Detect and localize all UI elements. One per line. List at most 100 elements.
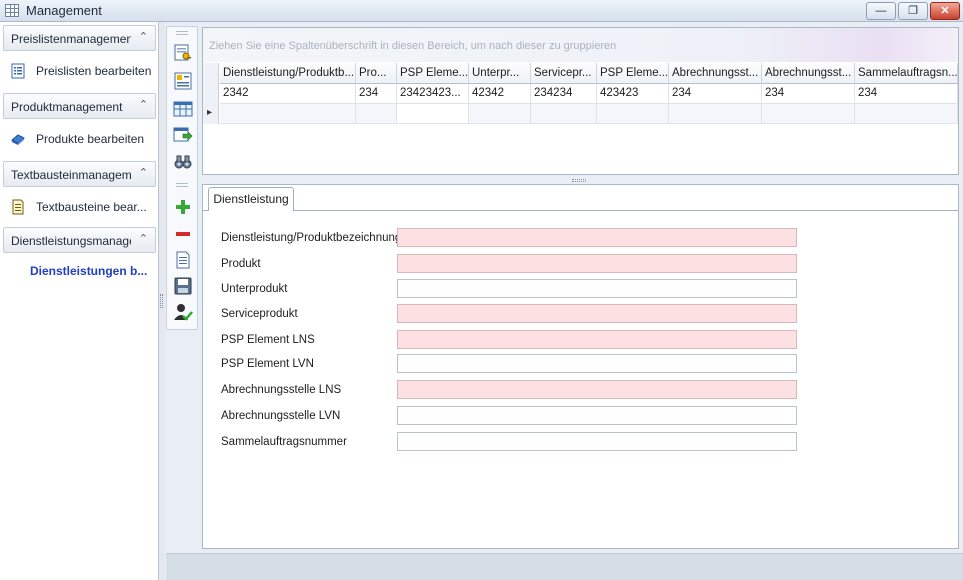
table-cell[interactable]: 234 <box>356 84 397 104</box>
new-row-cell[interactable] <box>220 104 356 124</box>
column-header[interactable]: Sammelauftragsn... <box>855 63 958 84</box>
minimize-button[interactable]: — <box>866 2 896 20</box>
column-header[interactable]: PSP Eleme... <box>397 63 469 84</box>
field-psp-element-lvn[interactable] <box>397 354 797 373</box>
key-edit-icon[interactable] <box>173 43 193 63</box>
nav-item-label: Textbausteine bear... <box>36 200 147 214</box>
binoculars-icon[interactable] <box>173 151 193 171</box>
group-header-dienstleistungsmanagement[interactable]: Dienstleistungsmanagement ⌃ <box>3 227 156 253</box>
group-header-label: Produktmanagement <box>11 100 123 114</box>
field-label: Abrechnungsstelle LNS <box>221 384 342 396</box>
add-icon[interactable] <box>173 197 193 217</box>
nav-item-textbausteine[interactable]: Textbausteine bear... <box>10 196 150 218</box>
nav-item-label: Produkte bearbeiten <box>36 132 145 146</box>
vertical-toolbar <box>166 26 198 330</box>
table-cell[interactable]: 234 <box>762 84 855 104</box>
field-produkt[interactable] <box>397 254 797 273</box>
title-bar: Management — ❐ ✕ <box>0 0 963 22</box>
new-row-cell[interactable] <box>597 104 669 124</box>
restore-button[interactable]: ❐ <box>898 2 928 20</box>
field-label: Dienstleistung/Produktbezeichnung <box>221 232 402 244</box>
horizontal-splitter[interactable] <box>202 176 959 184</box>
export-icon[interactable] <box>173 125 193 145</box>
group-header-label: Preislistenmanagement <box>11 32 131 46</box>
group-header-label: Dienstleistungsmanagement <box>11 234 131 248</box>
tab-dienstleistung[interactable]: Dienstleistung <box>208 187 294 211</box>
new-row-cell[interactable] <box>356 104 397 124</box>
table-cell[interactable]: 234234 <box>531 84 597 104</box>
table-cell[interactable]: 423423 <box>597 84 669 104</box>
grid-app-icon <box>5 4 19 17</box>
status-bar <box>166 553 963 580</box>
restore-icon: ❐ <box>908 5 918 17</box>
toolbar-grip[interactable] <box>176 31 188 35</box>
form-view-icon[interactable] <box>173 71 193 91</box>
field-abrechnungsstelle-lns[interactable] <box>397 380 797 399</box>
field-label: Abrechnungsstelle LVN <box>221 410 341 422</box>
group-header-produktmanagement[interactable]: Produktmanagement ⌃ <box>3 93 156 119</box>
group-by-panel[interactable]: Ziehen Sie eine Spaltenüberschrift in di… <box>203 28 958 62</box>
field-sammelauftragsnummer[interactable] <box>397 432 797 451</box>
column-header[interactable]: Servicepr... <box>531 63 597 84</box>
new-row-cell[interactable] <box>669 104 762 124</box>
table-cell[interactable]: 234 <box>669 84 762 104</box>
splitter-grip <box>572 179 586 182</box>
column-header[interactable]: Unterpr... <box>469 63 531 84</box>
column-header[interactable]: PSP Eleme... <box>597 63 669 84</box>
field-psp-element-lns[interactable] <box>397 330 797 349</box>
chevron-up-icon[interactable]: ⌃ <box>139 98 148 111</box>
nav-item-label: Preislisten bearbeiten <box>36 64 152 78</box>
table-cell[interactable]: 42342 <box>469 84 531 104</box>
active-tab-gap <box>209 210 293 211</box>
new-row-cell[interactable] <box>531 104 597 124</box>
field-unterprodukt[interactable] <box>397 279 797 298</box>
close-icon: ✕ <box>940 5 950 17</box>
column-chooser-icon[interactable] <box>173 99 193 119</box>
field-label: Unterprodukt <box>221 283 288 295</box>
new-row-cell[interactable] <box>469 104 531 124</box>
column-header[interactable]: Pro... <box>356 63 397 84</box>
data-grid: Ziehen Sie eine Spaltenüberschrift in di… <box>202 27 959 175</box>
chevron-up-icon[interactable]: ⌃ <box>139 166 148 179</box>
column-header[interactable]: Dienstleistung/Produktb... <box>220 63 356 84</box>
column-header[interactable]: Abrechnungsst... <box>669 63 762 84</box>
list-document-icon <box>11 63 25 79</box>
splitter-grip <box>160 294 163 308</box>
chevron-up-icon[interactable]: ⌃ <box>139 30 148 43</box>
field-label: PSP Element LVN <box>221 358 314 370</box>
user-check-icon[interactable] <box>173 302 193 322</box>
navigation-pane: Preislistenmanagement ⌃ Preislisten bear… <box>0 22 159 580</box>
note-icon <box>12 199 24 215</box>
vertical-splitter[interactable] <box>159 22 165 580</box>
field-label: Serviceprodukt <box>221 308 298 320</box>
nav-item-preislisten[interactable]: Preislisten bearbeiten <box>10 60 152 82</box>
nav-item-produkte[interactable]: Produkte bearbeiten <box>10 128 150 150</box>
field-label: PSP Element LNS <box>221 334 315 346</box>
close-button[interactable]: ✕ <box>930 2 960 20</box>
table-cell[interactable]: 2342 <box>220 84 356 104</box>
chevron-up-icon[interactable]: ⌃ <box>139 232 148 245</box>
table-cell[interactable]: 234 <box>855 84 958 104</box>
new-row-cell[interactable] <box>397 104 469 124</box>
group-header-label: Textbausteinmanagement <box>11 168 131 182</box>
table-cell[interactable]: 23423423... <box>397 84 469 104</box>
new-row-cell[interactable] <box>855 104 958 124</box>
minimize-icon: — <box>875 5 887 17</box>
field-abrechnungsstelle-lvn[interactable] <box>397 406 797 425</box>
group-panel-hint: Ziehen Sie eine Spaltenüberschrift in di… <box>209 40 617 52</box>
column-header[interactable]: Abrechnungsst... <box>762 63 855 84</box>
toolbar-grip[interactable] <box>176 183 188 187</box>
save-icon[interactable] <box>173 276 193 296</box>
field-serviceprodukt[interactable] <box>397 304 797 323</box>
document-icon[interactable] <box>173 250 193 270</box>
field-dienstleistung-produktbezeichnung[interactable] <box>397 228 797 247</box>
nav-item-dienstleistungen[interactable]: Dienstleistungen b... <box>10 260 150 282</box>
group-header-preislistenmanagement[interactable]: Preislistenmanagement ⌃ <box>3 25 156 51</box>
window-title: Management <box>26 3 102 18</box>
detail-panel: Dienstleistung Dienstleistung/Produktbez… <box>202 184 959 549</box>
new-row-indicator-icon: ▸ <box>207 107 213 118</box>
remove-icon[interactable] <box>173 224 193 244</box>
main-content: Ziehen Sie eine Spaltenüberschrift in di… <box>202 27 959 549</box>
new-row-cell[interactable] <box>762 104 855 124</box>
group-header-textbausteinmanagement[interactable]: Textbausteinmanagement ⌃ <box>3 161 156 187</box>
